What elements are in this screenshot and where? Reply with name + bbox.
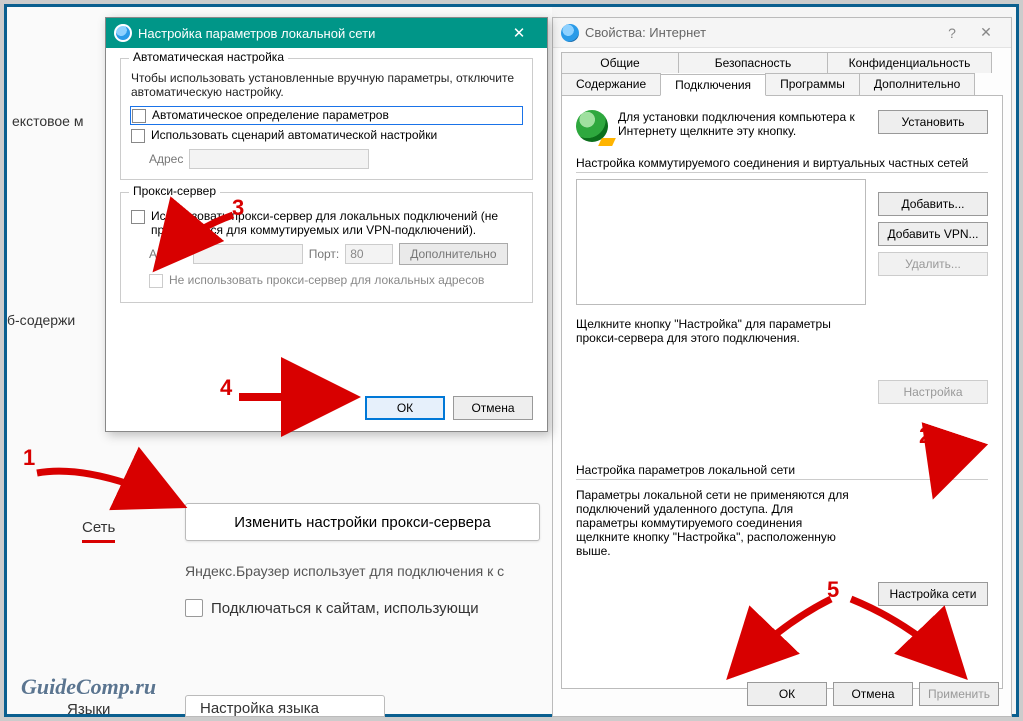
ok-button[interactable]: ОК (747, 682, 827, 706)
watermark: GuideComp.ru (21, 674, 156, 700)
dialog-titlebar: Настройка параметров локальной сети ✕ (106, 18, 547, 48)
annotation-number-2: 2 (919, 425, 931, 447)
tab-connections[interactable]: Подключения (660, 74, 766, 96)
annotation-number-1: 1 (23, 447, 35, 469)
proxy-address-input (193, 244, 303, 264)
bg-text-fragment: б-содержи (7, 312, 75, 328)
use-script-checkbox[interactable] (131, 129, 145, 143)
add-vpn-button[interactable]: Добавить VPN... (878, 222, 988, 246)
tab-content[interactable]: Содержание (561, 73, 661, 95)
internet-icon (114, 24, 132, 42)
tabs-row-2: Содержание Подключения Программы Дополни… (553, 73, 1011, 95)
install-description: Для установки подключения компьютера к И… (618, 110, 868, 138)
https-checkbox[interactable] (185, 599, 203, 617)
globe-wizard-icon (576, 110, 608, 142)
use-script-label: Использовать сценарий автоматической нас… (151, 128, 437, 142)
https-label: Подключаться к сайтам, использующи (211, 600, 479, 617)
proxy-server-group: Прокси-сервер Использовать прокси-сервер… (120, 192, 533, 303)
proxy-hint-text: Щелкните кнопку "Настройка" для параметр… (576, 317, 866, 345)
internet-properties-dialog: Свойства: Интернет ? ✕ Общие Безопасност… (552, 17, 1012, 717)
group-legend: Автоматическая настройка (129, 50, 288, 64)
tab-programs[interactable]: Программы (765, 73, 860, 95)
tab-advanced[interactable]: Дополнительно (859, 73, 975, 95)
use-proxy-checkbox[interactable] (131, 210, 145, 224)
languages-section-label: Языки (67, 701, 110, 718)
tab-general[interactable]: Общие (561, 52, 679, 73)
auto-config-group: Автоматическая настройка Чтобы использов… (120, 58, 533, 180)
remove-button: Удалить... (878, 252, 988, 276)
https-connect-row[interactable]: Подключаться к сайтам, использующи (185, 599, 479, 617)
lan-note-text: Параметры локальной сети не применяются … (576, 488, 856, 558)
annotation-number-4: 4 (220, 377, 232, 399)
script-address-label: Адрес (149, 152, 183, 166)
auto-detect-label: Автоматическое определение параметров (152, 108, 389, 122)
dialog-title: Свойства: Интернет (585, 25, 935, 40)
dialog-title: Настройка параметров локальной сети (138, 26, 499, 41)
lan-settings-button[interactable]: Настройка сети (878, 582, 988, 606)
install-button[interactable]: Установить (878, 110, 988, 134)
change-proxy-settings-button[interactable]: Изменить настройки прокси-сервера (185, 503, 540, 541)
dialup-listbox[interactable] (576, 179, 866, 305)
dialup-header: Настройка коммутируемого соединения и ви… (576, 156, 988, 173)
bg-text-fragment: екстовое м (12, 113, 83, 129)
language-settings-button[interactable]: Настройка языка (185, 695, 385, 717)
connections-panel: Для установки подключения компьютера к И… (561, 95, 1003, 689)
help-button[interactable]: ? (935, 25, 969, 41)
auto-detect-checkbox[interactable] (132, 109, 146, 123)
browser-note-text: Яндекс.Браузер использует для подключени… (185, 563, 504, 579)
lan-header: Настройка параметров локальной сети (576, 463, 988, 480)
bypass-local-checkbox (149, 274, 163, 288)
tab-privacy[interactable]: Конфиденциальность (827, 52, 992, 73)
close-button[interactable]: ✕ (969, 24, 1003, 41)
dialog-titlebar: Свойства: Интернет ? ✕ (553, 18, 1011, 48)
annotation-number-3: 3 (232, 197, 244, 219)
use-proxy-label: Использовать прокси-сервер для локальных… (151, 209, 522, 237)
auto-detect-row: Автоматическое определение параметров (131, 107, 522, 124)
bypass-local-label: Не использовать прокси-сервер для локаль… (169, 273, 484, 287)
annotation-number-5: 5 (827, 579, 839, 601)
proxy-port-input (345, 244, 393, 264)
add-button[interactable]: Добавить... (878, 192, 988, 216)
ok-button[interactable]: ОК (365, 396, 445, 420)
internet-icon (561, 24, 579, 42)
close-button[interactable]: ✕ (499, 24, 539, 42)
auto-config-description: Чтобы использовать установленные вручную… (131, 71, 522, 99)
cancel-button[interactable]: Отмена (833, 682, 913, 706)
proxy-port-label: Порт: (309, 247, 340, 261)
script-address-input (189, 149, 369, 169)
apply-button: Применить (919, 682, 999, 706)
proxy-advanced-button: Дополнительно (399, 243, 507, 265)
dial-settings-button: Настройка (878, 380, 988, 404)
lan-settings-dialog: Настройка параметров локальной сети ✕ Ав… (105, 17, 548, 432)
group-legend: Прокси-сервер (129, 184, 220, 198)
tabs-row: Общие Безопасность Конфиденциальность (553, 48, 1011, 73)
network-section-label: Сеть (82, 519, 115, 543)
tab-security[interactable]: Безопасность (678, 52, 828, 73)
proxy-address-label: Адрес: (149, 247, 187, 261)
cancel-button[interactable]: Отмена (453, 396, 533, 420)
